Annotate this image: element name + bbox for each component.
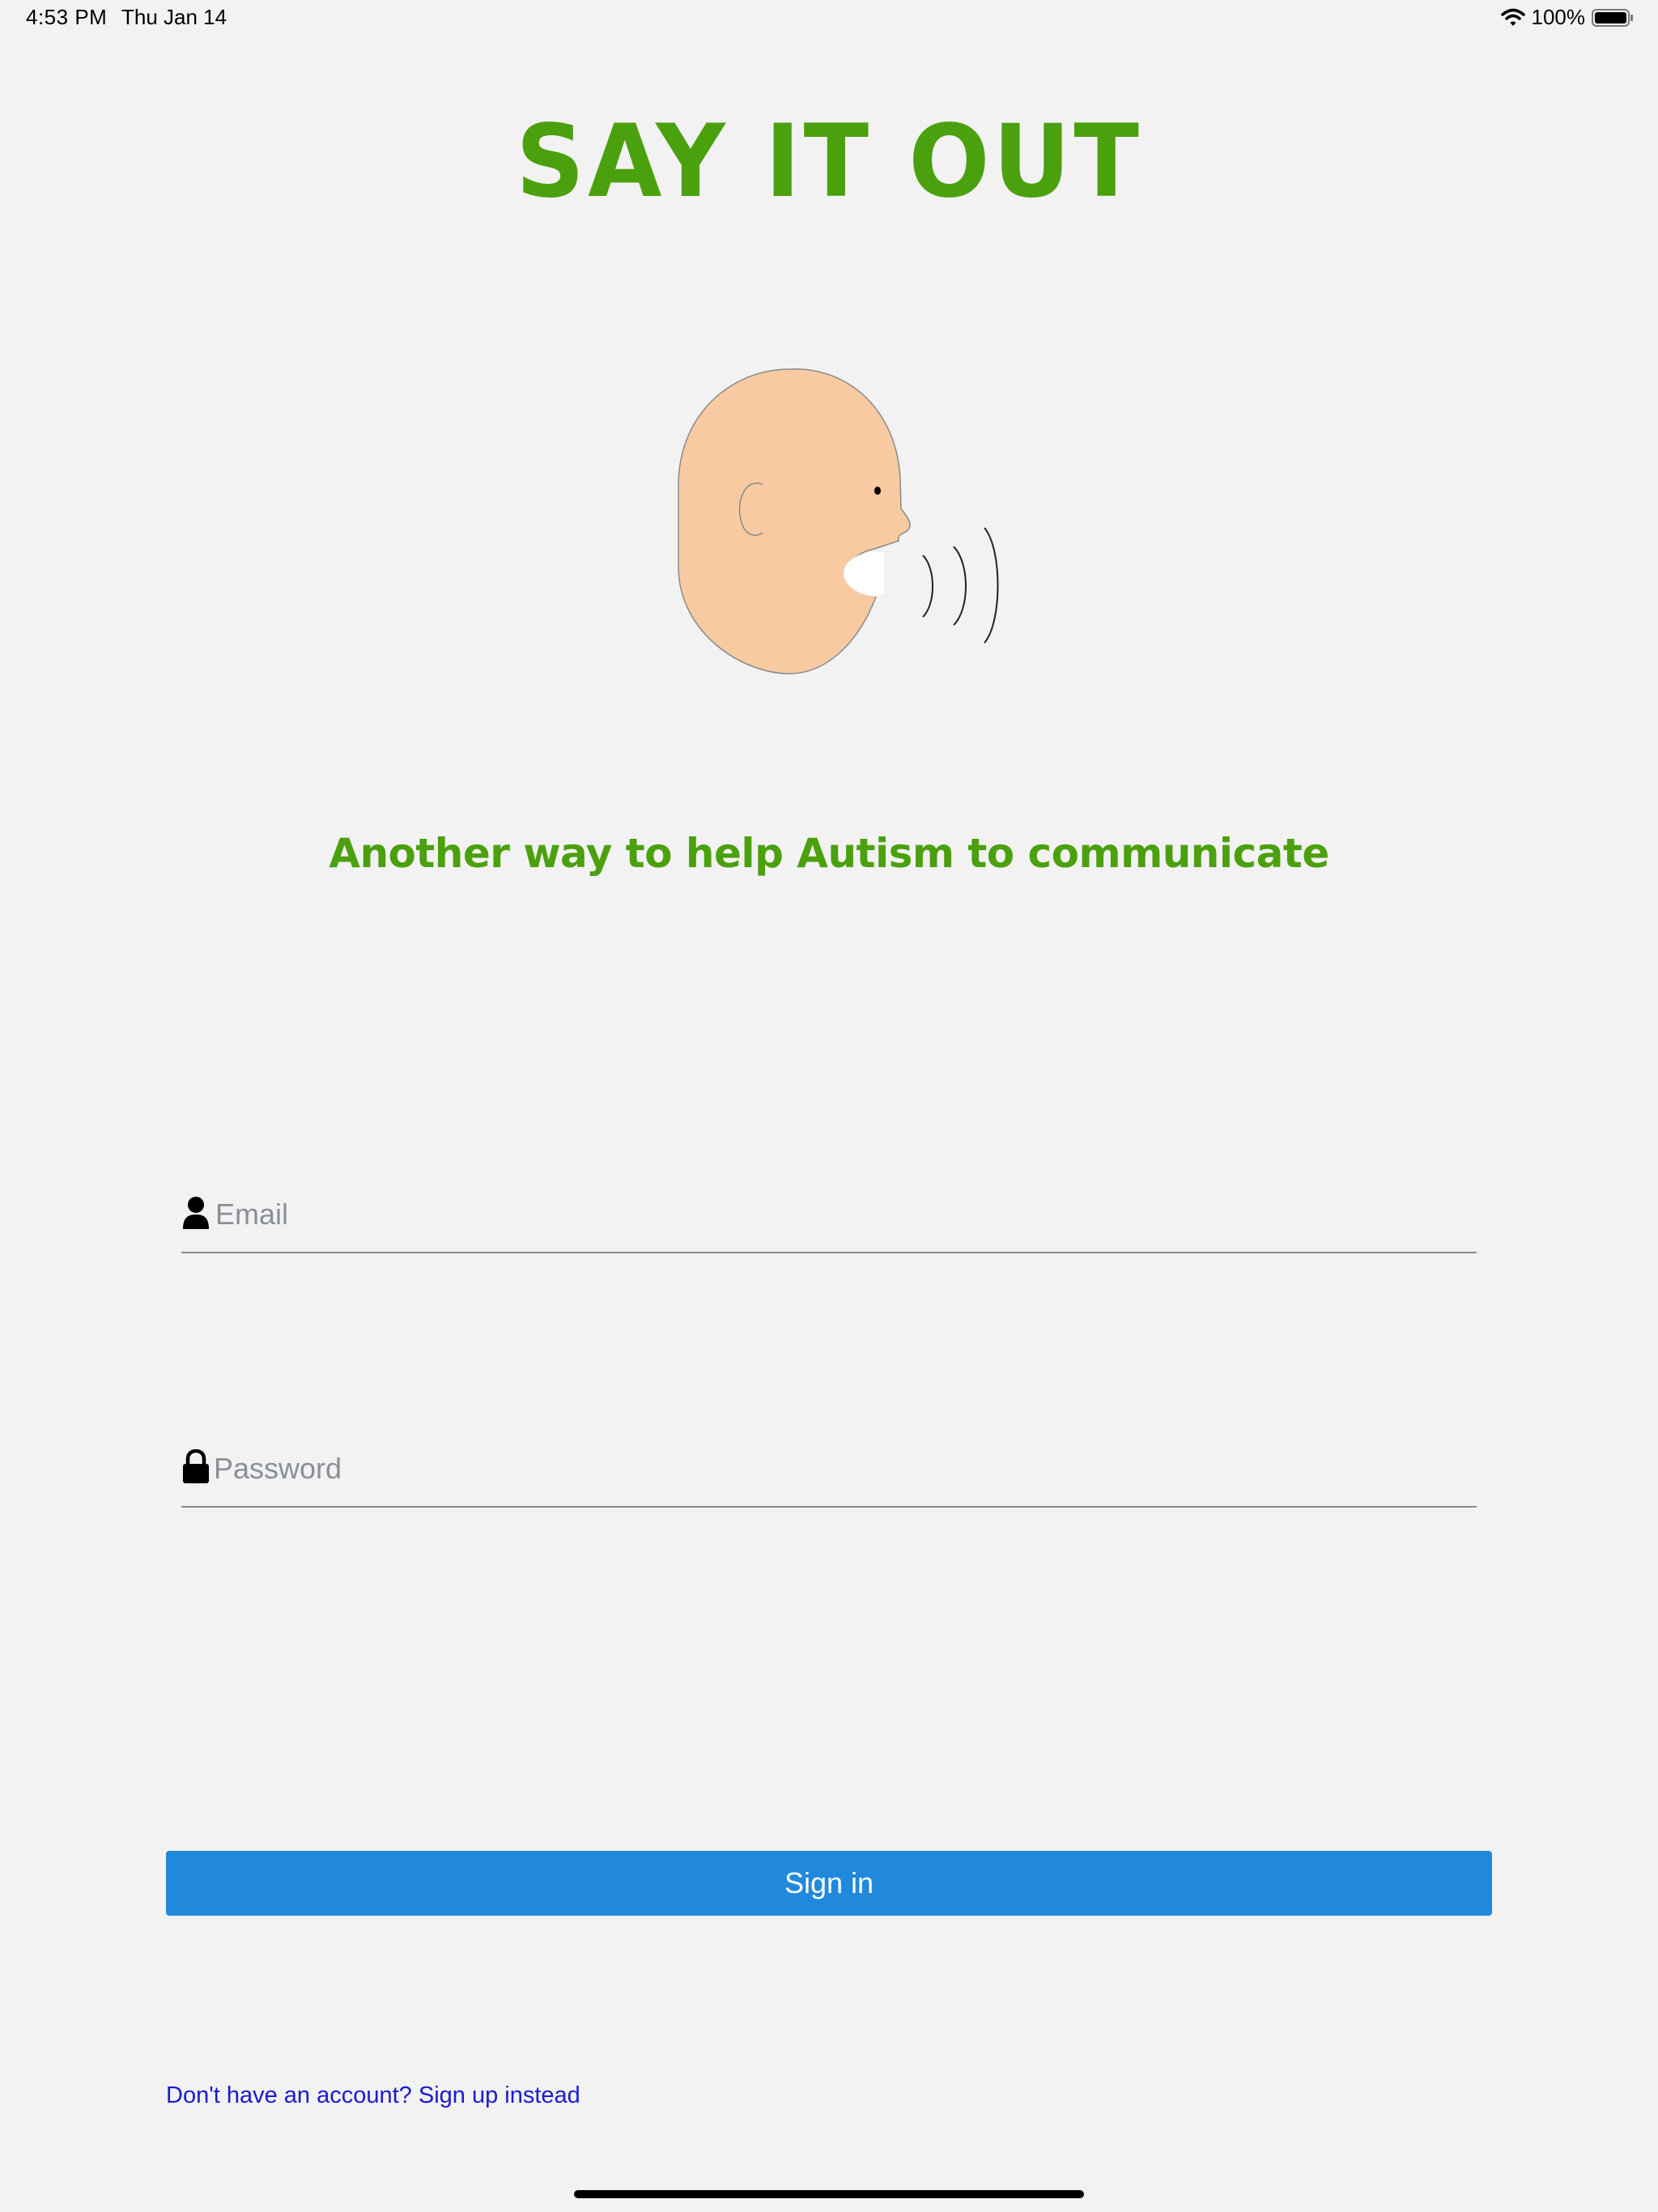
sign-in-button[interactable]: Sign in	[166, 1851, 1492, 1916]
app-title: SAY IT OUT	[516, 102, 1142, 220]
user-icon	[181, 1195, 210, 1231]
home-indicator[interactable]	[574, 2190, 1084, 2198]
email-field[interactable]	[181, 1195, 1477, 1253]
speaking-head-icon	[664, 364, 1020, 704]
status-bar: 4:53 PM Thu Jan 14 100%	[0, 0, 1658, 39]
lock-icon	[181, 1448, 210, 1485]
status-indicators: 100%	[1500, 5, 1635, 30]
password-field[interactable]	[181, 1448, 1477, 1508]
status-time: 4:53 PM	[26, 5, 108, 29]
status-date: Thu Jan 14	[121, 5, 227, 29]
email-input[interactable]	[215, 1195, 1462, 1234]
password-input[interactable]	[214, 1449, 1460, 1488]
battery-full-icon	[1592, 8, 1634, 28]
battery-percent: 100%	[1531, 5, 1586, 29]
wifi-icon	[1500, 8, 1525, 28]
sign-up-link[interactable]: Don't have an account? Sign up instead	[166, 2082, 580, 2109]
tagline: Another way to help Autism to communicat…	[329, 830, 1329, 877]
